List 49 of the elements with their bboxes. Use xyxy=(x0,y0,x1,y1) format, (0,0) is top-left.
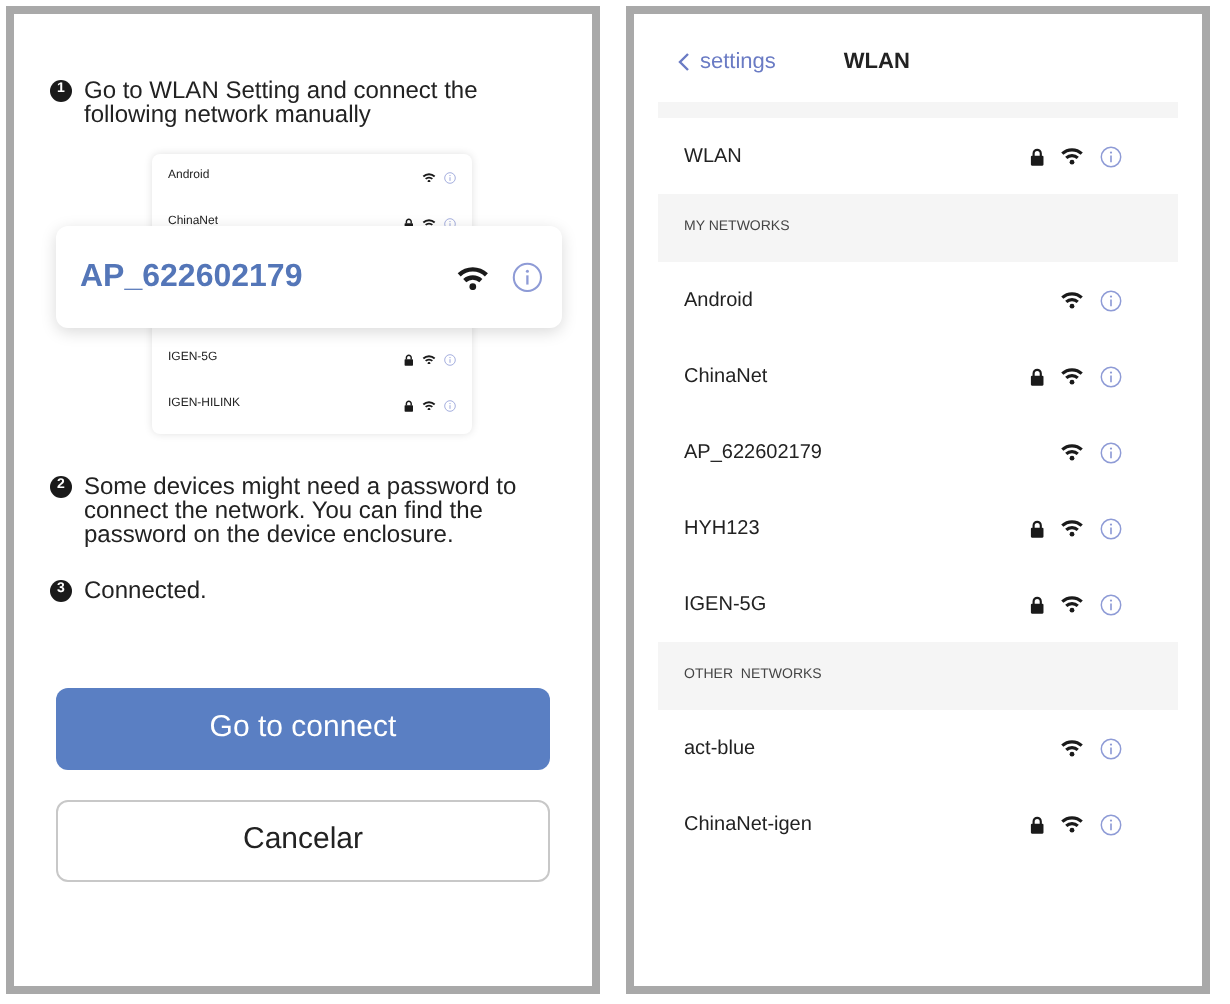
wifi-icon xyxy=(1060,366,1084,386)
lock-icon xyxy=(1029,147,1044,165)
network-name: AP_622602179 xyxy=(80,257,303,297)
network-name[interactable]: AP_622602179 xyxy=(684,437,822,467)
wifi-icon xyxy=(422,399,436,411)
info-icon[interactable] xyxy=(444,171,456,183)
lock-icon xyxy=(404,353,414,365)
lock-icon xyxy=(1029,595,1044,613)
back-button[interactable]: settings xyxy=(678,45,776,79)
network-name[interactable]: ChinaNet xyxy=(684,361,768,391)
network-name[interactable]: WLAN xyxy=(684,141,742,171)
back-icon xyxy=(678,52,690,72)
wifi-icon xyxy=(1060,146,1084,166)
lock-icon xyxy=(1029,815,1044,833)
wifi-icon xyxy=(1060,518,1084,538)
info-icon[interactable] xyxy=(1100,813,1122,835)
network-name[interactable]: IGEN-5G xyxy=(684,589,767,619)
wifi-icon xyxy=(422,353,436,365)
network-name[interactable]: ChinaNet-igen xyxy=(684,809,812,839)
wifi-icon xyxy=(1060,738,1084,758)
info-icon[interactable] xyxy=(1100,145,1122,167)
info-icon[interactable] xyxy=(444,399,456,411)
info-icon[interactable] xyxy=(444,217,456,229)
info-icon[interactable] xyxy=(1100,517,1122,539)
wifi-icon xyxy=(1060,290,1084,310)
connect-button[interactable]: Go to connect xyxy=(56,688,550,770)
wifi-icon xyxy=(1060,442,1084,462)
wifi-icon xyxy=(422,171,436,183)
info-icon[interactable] xyxy=(1100,289,1122,311)
wifi-icon xyxy=(1060,814,1084,834)
network-name[interactable]: HYH123 xyxy=(684,513,760,543)
wifi-icon xyxy=(455,263,489,291)
screen-title: WLAN xyxy=(843,47,910,78)
lock-icon xyxy=(1029,519,1044,537)
lock-icon xyxy=(1029,367,1044,385)
network-name[interactable]: Android xyxy=(684,285,753,315)
cancel-button[interactable]: Cancelar xyxy=(56,800,550,882)
network-name[interactable]: act-blue xyxy=(684,733,756,763)
lock-icon xyxy=(404,399,414,411)
step-text: Connected. xyxy=(84,578,207,602)
info-icon[interactable] xyxy=(1100,441,1122,463)
info-icon[interactable] xyxy=(1100,593,1122,615)
info-icon[interactable] xyxy=(511,261,542,293)
step-text: Some devices might need a password to connect the network. You can find the password on the device enclosure. xyxy=(84,474,519,546)
wifi-icon xyxy=(1060,594,1084,614)
info-icon[interactable] xyxy=(1100,737,1122,759)
step-text: Go to WLAN Setting and connect the following network manually xyxy=(84,78,480,126)
info-icon[interactable] xyxy=(444,353,456,365)
info-icon[interactable] xyxy=(1100,365,1122,387)
